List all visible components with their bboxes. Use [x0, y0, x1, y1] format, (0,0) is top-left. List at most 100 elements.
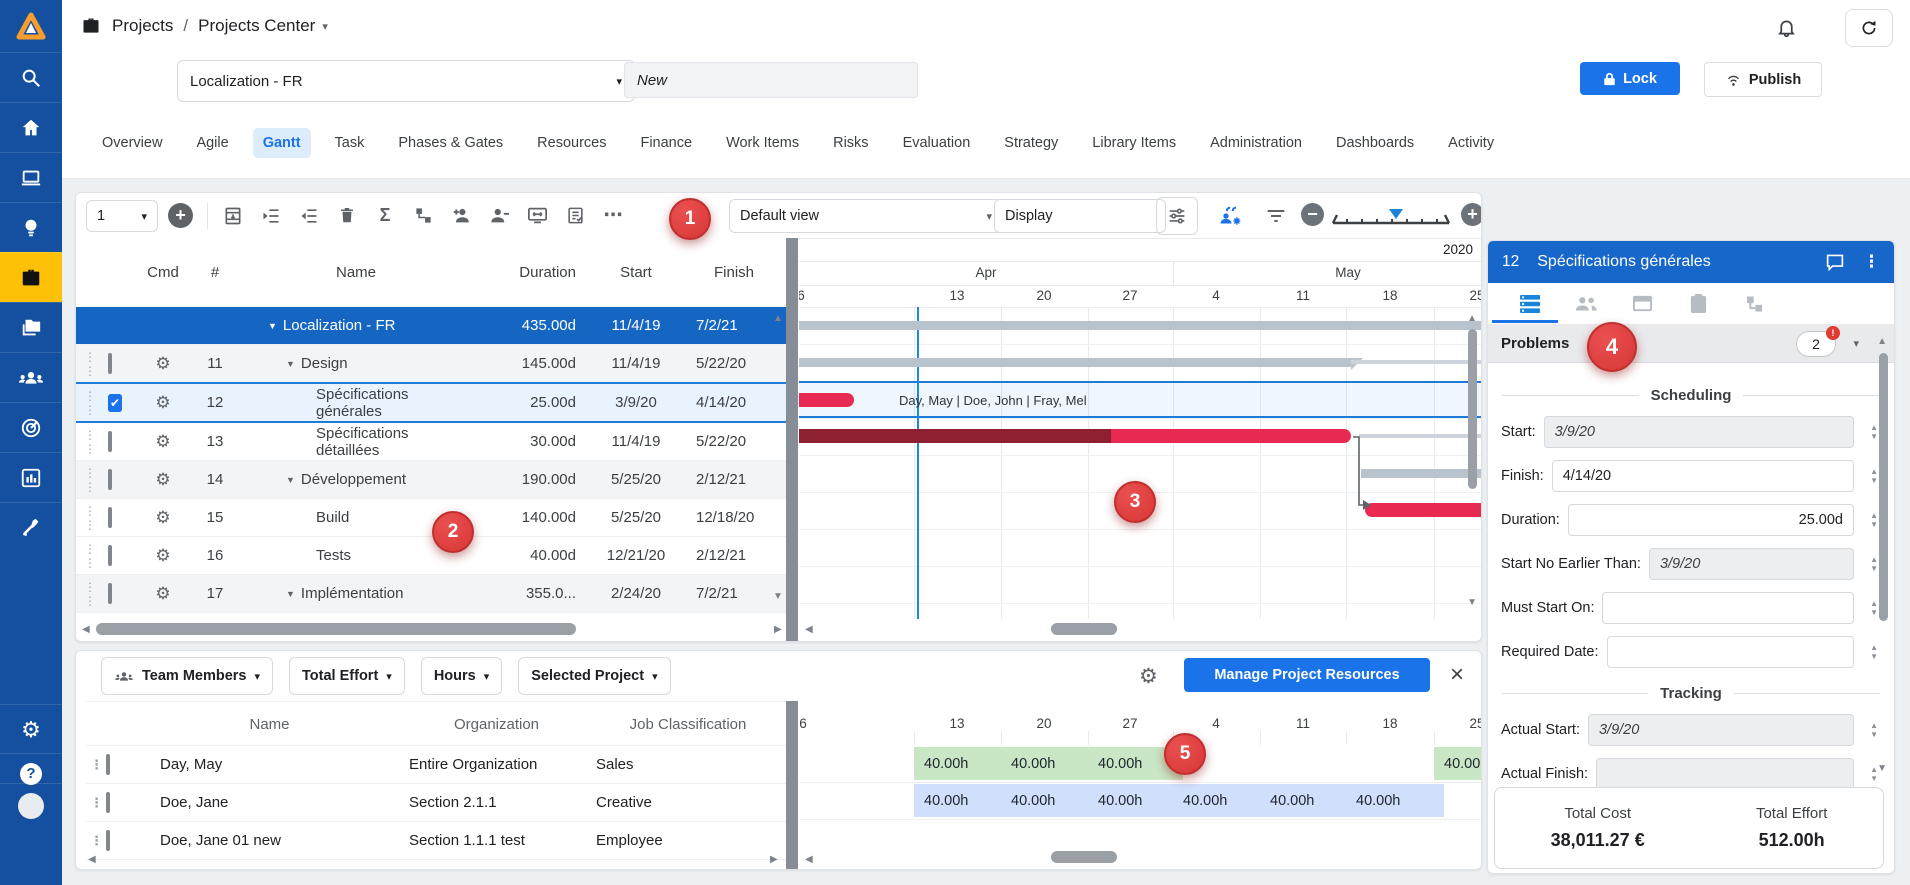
actual-finish-input[interactable] — [1596, 758, 1854, 790]
add-row-button[interactable]: + — [168, 203, 193, 228]
link-tasks-button[interactable] — [406, 200, 440, 232]
chart-scroll-thumb[interactable] — [1468, 329, 1477, 489]
scroll-right-icon[interactable] — [770, 854, 778, 865]
actual-start-input[interactable]: 3/9/20 — [1588, 714, 1854, 746]
col-start[interactable]: Start — [590, 264, 682, 281]
table-scroll-down[interactable] — [773, 591, 783, 602]
display-field[interactable]: Display — [994, 199, 1166, 233]
tab-administration[interactable]: Administration — [1200, 128, 1312, 158]
table-scroll-up[interactable] — [773, 313, 783, 324]
panel-scroll-down[interactable] — [1877, 763, 1887, 774]
insert-task-button[interactable] — [216, 200, 250, 232]
scroll-left-icon[interactable] — [805, 854, 813, 865]
tab-work-items[interactable]: Work Items — [716, 128, 809, 158]
scroll-thumb[interactable] — [1051, 623, 1117, 635]
selected-project-dropdown[interactable]: Selected Project — [518, 657, 670, 695]
zoom-slider[interactable] — [1331, 207, 1451, 225]
drag-handle-icon[interactable] — [76, 542, 102, 570]
table-row-13[interactable]: 13 Spécifications détaillées 30.00d 11/4… — [76, 423, 786, 461]
row-gear-icon[interactable] — [136, 432, 190, 452]
col-finish[interactable]: Finish — [682, 264, 786, 281]
sidebar-item-workspace[interactable] — [0, 152, 62, 202]
effort-cell[interactable]: 40.00h — [1088, 784, 1185, 817]
scroll-left-icon[interactable] — [82, 624, 90, 635]
resources-settings-icon[interactable] — [1139, 664, 1158, 689]
row-checkbox-checked[interactable] — [108, 394, 122, 412]
effort-cell[interactable]: 40.00h — [1260, 784, 1358, 817]
sidebar-item-ideas[interactable] — [0, 202, 62, 252]
team-members-dropdown[interactable]: Team Members — [101, 657, 273, 695]
row-checkbox[interactable] — [108, 353, 112, 374]
drag-handle-icon[interactable] — [86, 757, 106, 773]
drag-handle-icon[interactable] — [86, 795, 106, 811]
col-name[interactable]: Name — [136, 716, 403, 733]
stepper-icon[interactable]: ▲▼ — [1870, 721, 1878, 739]
gantt-bar-project-summary[interactable] — [799, 321, 1481, 330]
scroll-thumb[interactable] — [96, 623, 576, 635]
gantt-bar-task-15[interactable] — [1365, 503, 1481, 517]
view-selector[interactable]: Default view — [729, 199, 1003, 233]
resource-settings-button[interactable] — [1214, 200, 1248, 232]
sidebar-item-portfolios[interactable] — [0, 302, 62, 352]
panel-menu-icon[interactable] — [1863, 252, 1880, 272]
effort-cell[interactable]: 40.00h — [914, 747, 1013, 780]
collapse-icon[interactable] — [286, 585, 301, 602]
col-job[interactable]: Job Classification — [590, 716, 786, 733]
task-checklist-button[interactable] — [558, 200, 592, 232]
delete-task-button[interactable] — [330, 200, 364, 232]
publish-button[interactable]: Publish — [1704, 62, 1822, 97]
panel-tab-details[interactable] — [1502, 293, 1558, 315]
sidebar-item-tools[interactable] — [0, 502, 62, 552]
row-count-select[interactable]: 1 — [86, 200, 158, 232]
notifications-button[interactable] — [1776, 17, 1797, 38]
panel-scroll-up[interactable] — [1877, 336, 1887, 347]
gantt-bar-task-12[interactable] — [799, 393, 854, 407]
effort-cell[interactable]: 40.00h — [1001, 784, 1100, 817]
effort-cell[interactable]: 40.00h — [1001, 747, 1100, 780]
breadcrumb-section[interactable]: Projects — [112, 16, 173, 36]
stepper-icon[interactable]: ▲▼ — [1870, 555, 1878, 573]
scroll-right-icon[interactable] — [774, 624, 782, 635]
problems-badge[interactable]: 2 ! — [1796, 331, 1836, 357]
row-gear-icon[interactable] — [136, 508, 190, 528]
tab-risks[interactable]: Risks — [823, 128, 878, 158]
comment-bubble-icon[interactable] — [1825, 253, 1845, 271]
snet-input[interactable]: 3/9/20 — [1649, 548, 1854, 580]
resources-splitter[interactable] — [786, 701, 798, 869]
drag-handle-icon[interactable] — [76, 580, 102, 608]
sidebar-item-strategy[interactable] — [0, 402, 62, 452]
duration-input[interactable]: 25.00d — [1568, 504, 1854, 536]
problems-bar[interactable]: Problems 2 ! — [1488, 324, 1894, 363]
collapse-icon[interactable] — [268, 317, 283, 334]
gantt-bar-dev-summary[interactable] — [1361, 469, 1481, 478]
tab-task[interactable]: Task — [325, 128, 375, 158]
stepper-icon[interactable]: ▲▼ — [1870, 643, 1878, 661]
col-name[interactable]: Name — [240, 264, 472, 281]
drag-handle-icon[interactable] — [76, 350, 102, 378]
row-checkbox[interactable] — [108, 469, 112, 490]
scroll-thumb[interactable] — [1051, 851, 1117, 863]
problems-expand-icon[interactable] — [1853, 334, 1859, 352]
tab-gantt[interactable]: Gantt — [253, 128, 311, 158]
table-row-14[interactable]: 14 Développement 190.00d 5/25/20 2/12/21 — [76, 461, 786, 499]
col-duration[interactable]: Duration — [472, 264, 590, 281]
tab-dashboards[interactable]: Dashboards — [1326, 128, 1424, 158]
table-chart-splitter[interactable] — [786, 238, 798, 641]
tab-strategy[interactable]: Strategy — [994, 128, 1068, 158]
row-gear-icon[interactable] — [136, 546, 190, 566]
tab-agile[interactable]: Agile — [186, 128, 238, 158]
effort-cell[interactable]: 40.00h — [1173, 784, 1272, 817]
tab-resources[interactable]: Resources — [527, 128, 616, 158]
table-row-project[interactable]: Localization - FR 435.00d 11/4/19 7/2/21 — [76, 307, 786, 345]
outdent-task-button[interactable] — [292, 200, 326, 232]
drag-handle-icon[interactable] — [76, 466, 102, 494]
resource-row[interactable]: Day, May Entire Organization Sales — [86, 745, 786, 784]
tab-activity[interactable]: Activity — [1438, 128, 1504, 158]
summary-task-button[interactable] — [368, 200, 402, 232]
sidebar-item-settings[interactable] — [0, 704, 62, 754]
tab-evaluation[interactable]: Evaluation — [893, 128, 981, 158]
assign-resource-button[interactable] — [444, 200, 478, 232]
tab-phases-gates[interactable]: Phases & Gates — [388, 128, 513, 158]
row-checkbox[interactable] — [106, 754, 110, 775]
drag-handle-icon[interactable] — [86, 833, 106, 849]
